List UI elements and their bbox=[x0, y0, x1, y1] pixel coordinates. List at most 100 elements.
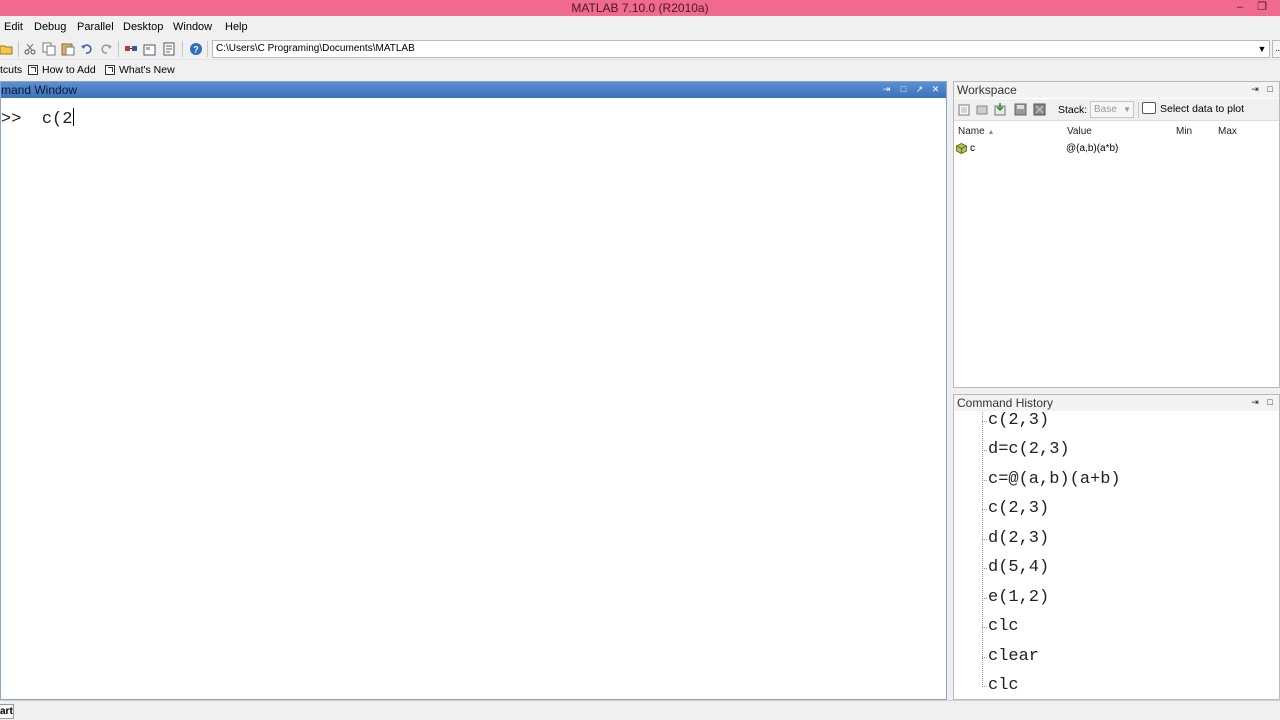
menu-debug[interactable]: Debug bbox=[34, 20, 66, 34]
svg-text:?: ? bbox=[193, 45, 199, 55]
menu-edit[interactable]: Edit bbox=[4, 20, 23, 34]
undo-icon[interactable] bbox=[80, 42, 94, 56]
history-item[interactable]: clc bbox=[988, 676, 1019, 696]
profiler-icon[interactable] bbox=[162, 42, 176, 56]
variable-name: c bbox=[970, 143, 975, 154]
shortcuts-label: tcuts bbox=[0, 64, 23, 76]
window-title: MATLAB 7.10.0 (R2010a) bbox=[571, 1, 709, 15]
command-window-header: mand Window ⇥ □ ↗ ✕ bbox=[1, 82, 946, 98]
history-tree-tick bbox=[982, 509, 987, 510]
command-line[interactable]: >> c(2 bbox=[1, 108, 75, 130]
how-to-add-link[interactable]: How to Add bbox=[42, 63, 96, 77]
new-variable-icon[interactable] bbox=[958, 103, 971, 116]
import-data-icon[interactable] bbox=[994, 103, 1007, 116]
cut-icon[interactable] bbox=[23, 42, 37, 56]
shortcut-link-icon bbox=[28, 65, 38, 75]
maximize-icon[interactable]: □ bbox=[1265, 84, 1275, 95]
pin-icon[interactable]: ⇥ bbox=[1250, 84, 1260, 95]
save-workspace-icon[interactable] bbox=[1014, 103, 1027, 116]
start-button[interactable]: art bbox=[0, 704, 14, 719]
history-tree-tick bbox=[982, 686, 987, 687]
open-variable-icon[interactable] bbox=[976, 103, 989, 116]
history-item[interactable]: c(2,3) bbox=[988, 499, 1049, 519]
history-tree-tick bbox=[982, 450, 987, 451]
history-tree-tick bbox=[982, 598, 987, 599]
history-item[interactable]: d(2,3) bbox=[988, 529, 1049, 549]
workspace-toolbar: Stack: Base ▼ Select data to plot bbox=[954, 99, 1279, 121]
column-header-value[interactable]: Value bbox=[1067, 125, 1092, 139]
variable-value: @(a,b)(a*b) bbox=[1066, 143, 1119, 154]
toolbar-separator bbox=[118, 41, 119, 57]
toolbar-separator bbox=[18, 41, 19, 57]
status-bar: art bbox=[0, 700, 1280, 720]
menu-desktop[interactable]: Desktop bbox=[123, 20, 163, 34]
history-item[interactable]: c=@(a,b)(a+b) bbox=[988, 470, 1121, 490]
menu-window[interactable]: Window bbox=[173, 20, 212, 34]
stack-value: Base bbox=[1094, 104, 1117, 115]
chevron-down-icon: ▼ bbox=[1123, 105, 1131, 114]
redo-icon[interactable] bbox=[99, 42, 113, 56]
main-toolbar: ? C:\Users\C Programing\Documents\MATLAB… bbox=[0, 38, 1280, 60]
shortcuts-bar: tcuts How to Add What's New bbox=[0, 61, 1280, 80]
current-folder-input[interactable]: C:\Users\C Programing\Documents\MATLAB ▼ bbox=[212, 40, 1270, 58]
whats-new-link[interactable]: What's New bbox=[119, 63, 175, 77]
pin-icon[interactable]: ⇥ bbox=[881, 84, 892, 95]
text-caret bbox=[73, 108, 75, 126]
sort-ascending-icon: ▲ bbox=[987, 129, 995, 136]
menu-parallel[interactable]: Parallel bbox=[77, 20, 114, 34]
workspace-header: Workspace ⇥ □ bbox=[954, 82, 1279, 98]
toolbar-separator bbox=[1138, 102, 1139, 118]
command-prompt: >> bbox=[1, 110, 22, 129]
toolbar-separator bbox=[182, 41, 183, 57]
command-input[interactable]: c(2 bbox=[42, 110, 73, 129]
history-item[interactable]: d=c(2,3) bbox=[988, 440, 1070, 460]
history-item[interactable]: clear bbox=[988, 647, 1039, 667]
maximize-icon[interactable]: □ bbox=[898, 84, 909, 95]
delete-variable-icon[interactable] bbox=[1033, 103, 1046, 116]
close-icon[interactable]: ✕ bbox=[930, 84, 941, 95]
guide-icon[interactable] bbox=[143, 42, 157, 56]
simulink-icon[interactable] bbox=[124, 42, 138, 56]
shortcut-link-icon bbox=[105, 65, 115, 75]
history-tree-tick bbox=[982, 657, 987, 658]
command-history-panel: Command History ⇥ □ c(2,3) d=c(2,3) c=@(… bbox=[953, 394, 1280, 700]
workspace-panel: Workspace ⇥ □ Stack: Base ▼ Select data … bbox=[953, 81, 1280, 388]
history-tree-tick bbox=[982, 539, 987, 540]
help-icon[interactable]: ? bbox=[189, 42, 203, 56]
pin-icon[interactable]: ⇥ bbox=[1250, 397, 1260, 408]
workspace-row[interactable]: c @(a,b)(a*b) bbox=[954, 141, 1279, 157]
menu-help[interactable]: Help bbox=[225, 20, 248, 34]
workspace-title: Workspace bbox=[957, 83, 1017, 97]
column-header-max[interactable]: Max bbox=[1218, 125, 1237, 139]
menu-bar: Edit Debug Parallel Desktop Window Help bbox=[0, 16, 1280, 38]
history-item[interactable]: clc bbox=[988, 617, 1019, 637]
workspace-column-headers: Name ▲ Value Min Max bbox=[954, 122, 1279, 140]
command-window-title: mand Window bbox=[1, 83, 78, 97]
history-item[interactable]: c(2,3) bbox=[988, 411, 1049, 431]
function-handle-icon bbox=[956, 143, 967, 154]
chevron-down-icon[interactable]: ▼ bbox=[1255, 41, 1269, 57]
stack-select[interactable]: Base ▼ bbox=[1090, 101, 1134, 118]
browse-folder-button[interactable]: ... bbox=[1272, 40, 1280, 58]
history-item[interactable]: e(1,2) bbox=[988, 588, 1049, 608]
restore-button[interactable]: ❐ bbox=[1252, 0, 1272, 16]
select-data-to-plot-button[interactable]: Select data to plot bbox=[1142, 102, 1244, 116]
stack-label: Stack: bbox=[1058, 104, 1088, 116]
column-header-name[interactable]: Name ▲ bbox=[958, 125, 994, 140]
command-window[interactable]: mand Window ⇥ □ ↗ ✕ >> c(2 bbox=[0, 81, 947, 700]
history-tree-tick bbox=[982, 627, 987, 628]
history-tree-tick bbox=[982, 480, 987, 481]
title-bar: MATLAB 7.10.0 (R2010a) – ❐ bbox=[0, 0, 1280, 16]
command-history-title: Command History bbox=[957, 396, 1054, 410]
plot-icon bbox=[1142, 102, 1156, 114]
column-header-min[interactable]: Min bbox=[1176, 125, 1192, 139]
minimize-button[interactable]: – bbox=[1230, 0, 1250, 16]
paste-icon[interactable] bbox=[61, 42, 75, 56]
undock-icon[interactable]: ↗ bbox=[914, 84, 925, 95]
command-history-header: Command History ⇥ □ bbox=[954, 395, 1279, 411]
open-folder-icon[interactable] bbox=[0, 42, 14, 56]
current-folder-path: C:\Users\C Programing\Documents\MATLAB bbox=[216, 43, 415, 54]
history-item[interactable]: d(5,4) bbox=[988, 558, 1049, 578]
copy-icon[interactable] bbox=[42, 42, 56, 56]
maximize-icon[interactable]: □ bbox=[1265, 397, 1275, 408]
